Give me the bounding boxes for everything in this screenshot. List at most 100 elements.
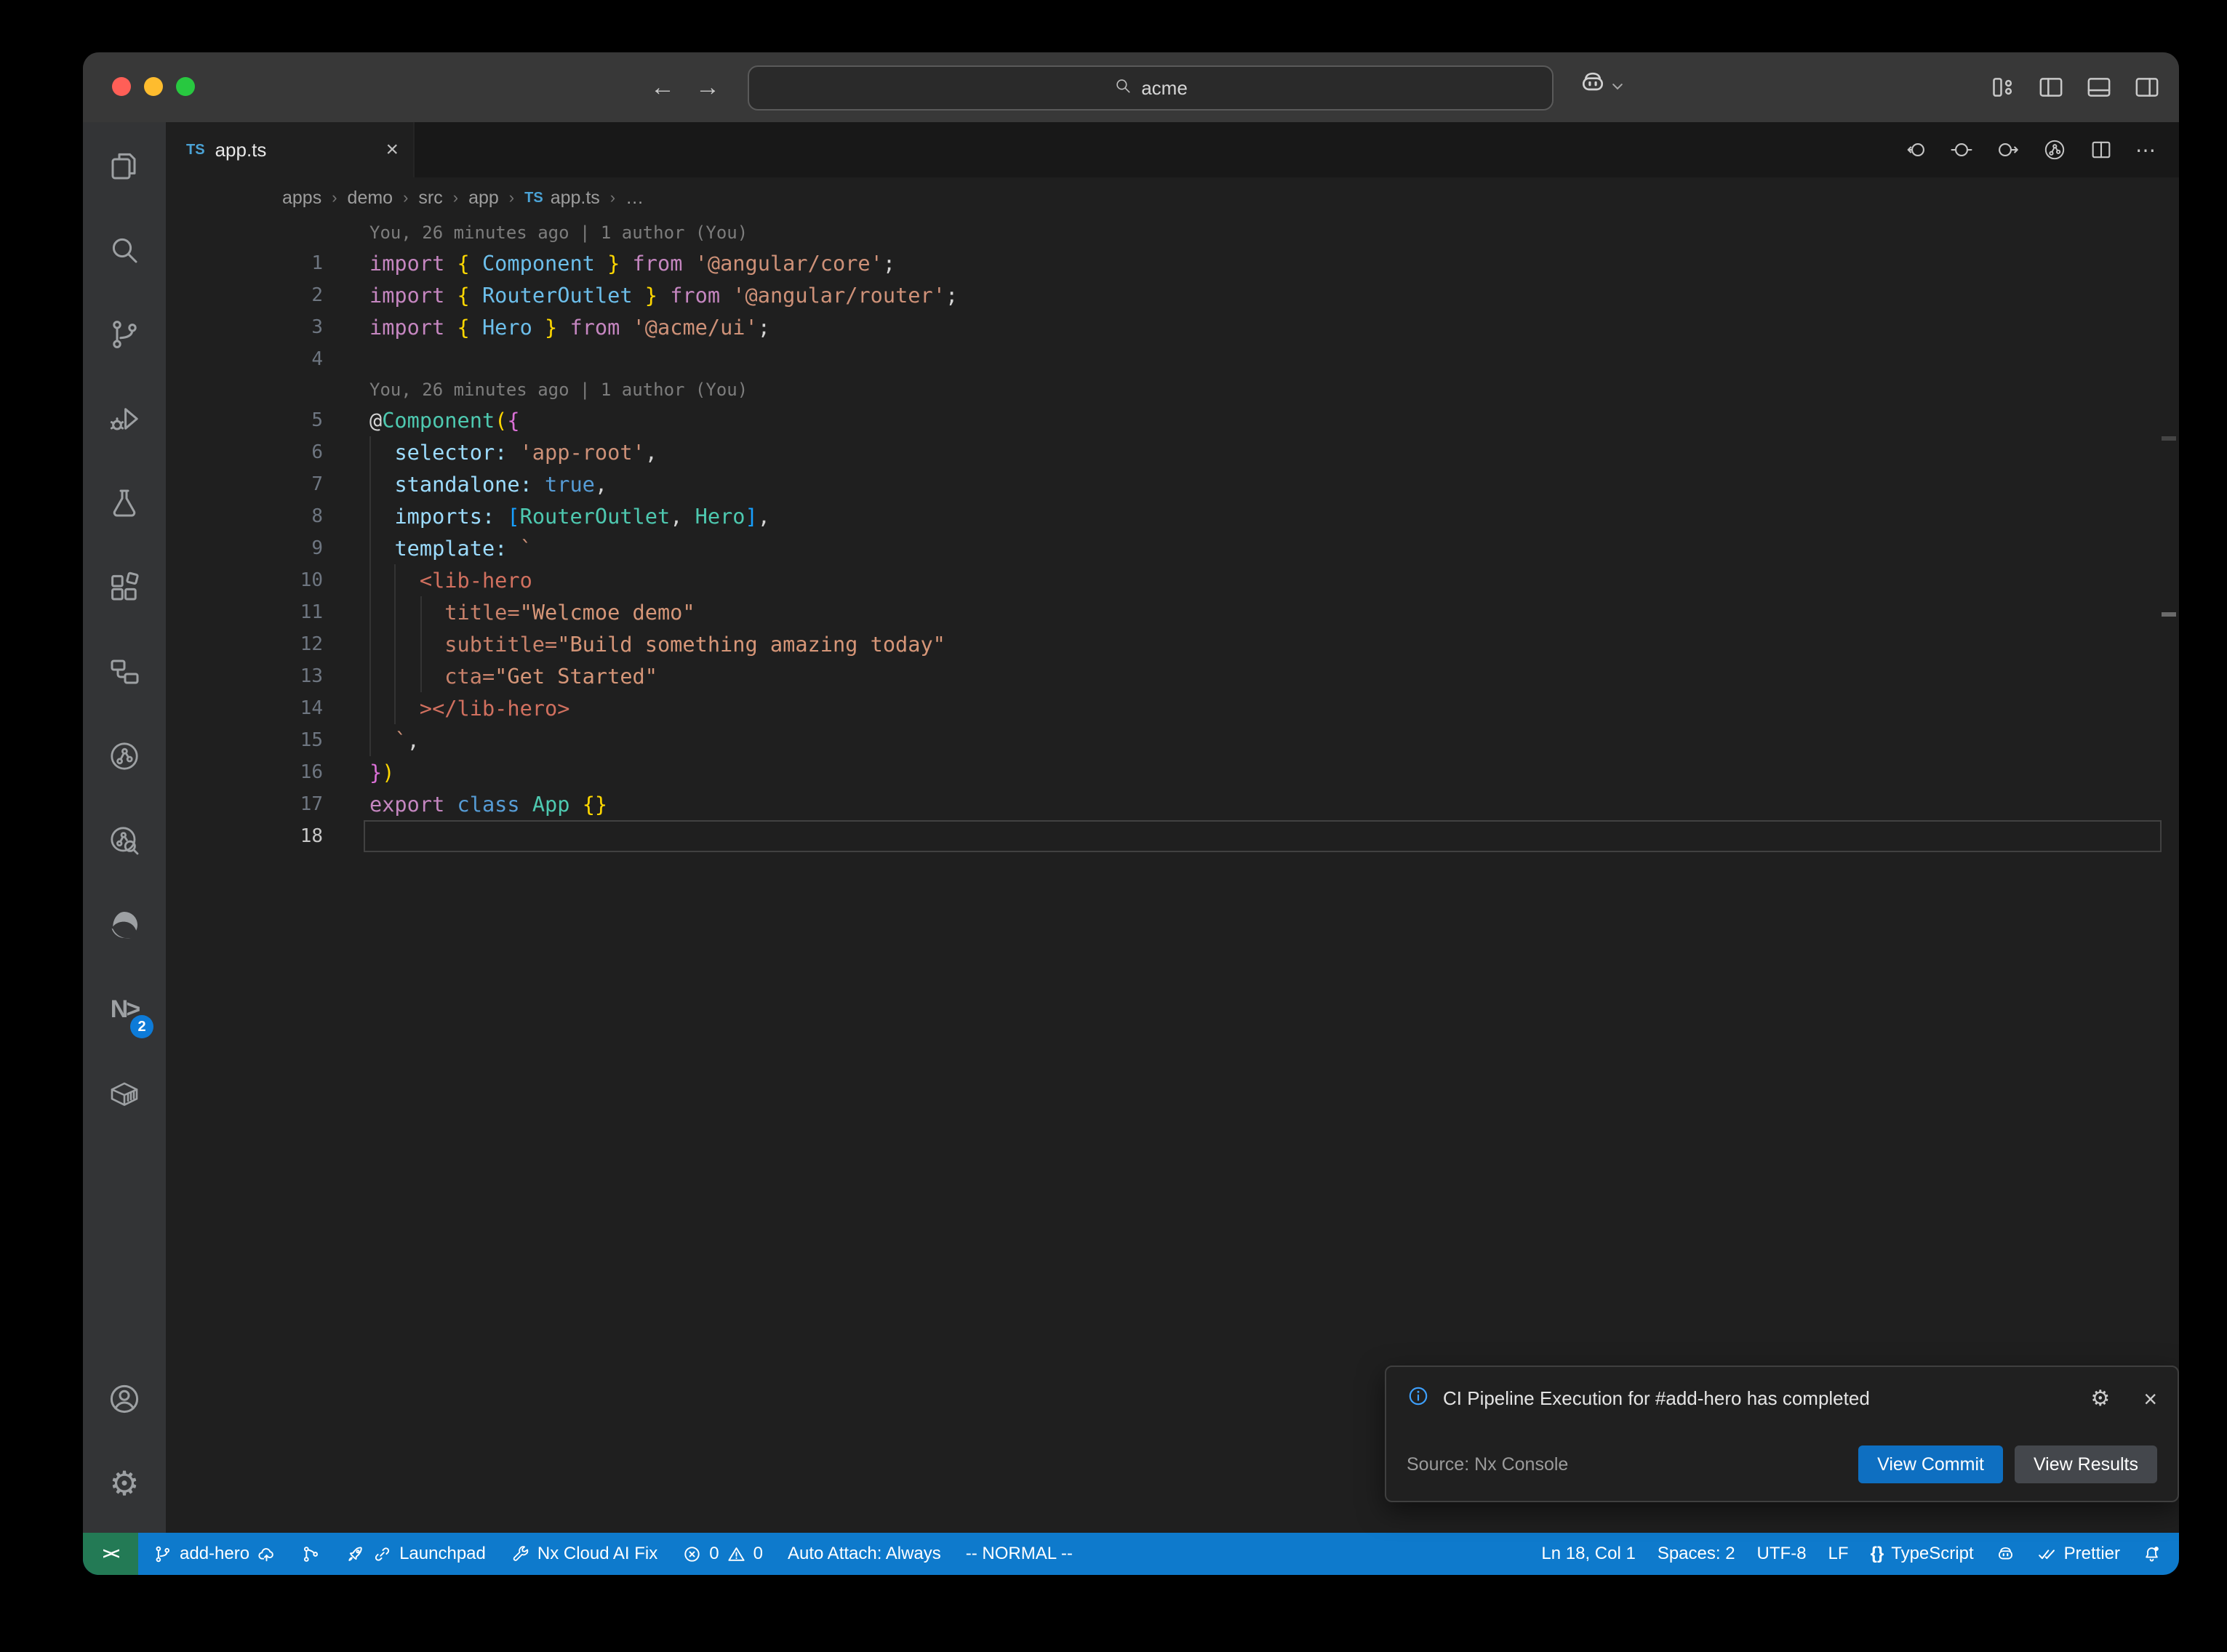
circle-prev-icon xyxy=(1903,137,1927,162)
status-auto-attach[interactable]: Auto Attach: Always xyxy=(788,1544,941,1564)
zoom-window-button[interactable] xyxy=(176,77,195,96)
line-number: 6 xyxy=(166,441,323,463)
next-change-button[interactable] xyxy=(1996,137,2020,162)
breadcrumb-item-demo[interactable]: demo xyxy=(348,188,393,209)
activity-item-containers[interactable] xyxy=(92,1059,156,1128)
code-line-3[interactable]: 3import { Hero } from '@acme/ui'; xyxy=(166,311,2179,343)
copilot-menu[interactable] xyxy=(1578,68,1625,103)
activity-item-search[interactable] xyxy=(92,215,156,285)
close-tab-icon[interactable]: × xyxy=(385,139,399,161)
breadcrumb-separator: › xyxy=(509,188,514,207)
line-number: 8 xyxy=(166,505,323,527)
breadcrumb-item-apps[interactable]: apps xyxy=(282,188,321,209)
status-problems[interactable]: 00 xyxy=(682,1544,763,1564)
status-branch[interactable]: add-hero xyxy=(153,1544,276,1564)
search-input[interactable]: acme xyxy=(748,65,1554,111)
code-line-14[interactable]: 14 ></lib-hero> xyxy=(166,692,2179,724)
status-eol[interactable]: LF xyxy=(1828,1544,1849,1564)
line-number: 3 xyxy=(166,316,323,338)
code-editor[interactable]: You, 26 minutes ago | 1 author (You)1imp… xyxy=(166,218,2179,1533)
code-line-16[interactable]: 16}) xyxy=(166,756,2179,788)
code-line-8[interactable]: 8 imports: [RouterOutlet, Hero], xyxy=(166,500,2179,532)
view-commit-button[interactable]: View Commit xyxy=(1858,1446,2003,1483)
activity-item-explorer[interactable] xyxy=(92,131,156,201)
code-line-2[interactable]: 2import { RouterOutlet } from '@angular/… xyxy=(166,279,2179,311)
container-icon xyxy=(107,1076,142,1111)
breadcrumb-item-app[interactable]: app xyxy=(468,188,499,209)
breadcrumb-separator: › xyxy=(332,188,337,207)
activity-item-source-control[interactable] xyxy=(92,300,156,369)
current-line-highlight xyxy=(364,820,2162,852)
minimize-window-button[interactable] xyxy=(144,77,163,96)
activity-item-run-and-debug[interactable] xyxy=(92,384,156,454)
remote-indicator[interactable]: >< xyxy=(83,1533,138,1575)
activity-item-nx-console[interactable]: N>2 xyxy=(92,974,156,1044)
bell-dot-icon xyxy=(2142,1544,2162,1564)
activity-item-nx-graph-search[interactable] xyxy=(92,806,156,875)
toggle-secondary-sidebar-button[interactable] xyxy=(2132,73,2162,102)
code-line-5[interactable]: 5@Component({ xyxy=(166,404,2179,436)
nx-run-target-button[interactable] xyxy=(2042,137,2067,162)
back-icon[interactable]: ← xyxy=(650,73,675,102)
more-actions-button[interactable]: ⋯ xyxy=(2135,138,2157,162)
status-nx-cloud-ai-fix[interactable]: Nx Cloud AI Fix xyxy=(511,1544,657,1564)
status-cursor-position[interactable]: Ln 18, Col 1 xyxy=(1541,1544,1635,1564)
search-icon xyxy=(107,233,142,268)
breadcrumb-item--[interactable]: … xyxy=(625,188,644,209)
activity-item-accounts[interactable] xyxy=(92,1364,156,1434)
code-line-12[interactable]: 12 subtitle="Build something amazing tod… xyxy=(166,628,2179,660)
activity-item-testing[interactable] xyxy=(92,468,156,538)
code-line-6[interactable]: 6 selector: 'app-root', xyxy=(166,436,2179,468)
activity-item-edge-tools[interactable] xyxy=(92,890,156,960)
customize-layout-button[interactable] xyxy=(1988,73,2018,102)
status-copilot-status[interactable] xyxy=(1996,1544,2015,1564)
code-line-4[interactable]: 4 xyxy=(166,343,2179,375)
activity-item-project-structure[interactable] xyxy=(92,637,156,707)
typescript-file-icon: TS xyxy=(524,190,543,206)
status-language-mode[interactable]: {}TypeScript xyxy=(1871,1544,1974,1564)
line-number: 13 xyxy=(166,665,323,687)
line-number: 16 xyxy=(166,761,323,783)
status-encoding[interactable]: UTF-8 xyxy=(1757,1544,1807,1564)
toggle-panel-button[interactable] xyxy=(2084,73,2114,102)
status-vim-mode[interactable]: -- NORMAL -- xyxy=(966,1544,1073,1564)
activity-item-settings[interactable]: ⚙ xyxy=(92,1448,156,1518)
activity-item-extensions[interactable] xyxy=(92,553,156,622)
status-git-graph[interactable] xyxy=(301,1544,321,1564)
split-editor-button[interactable] xyxy=(2089,137,2114,162)
breadcrumb-item-src[interactable]: src xyxy=(418,188,442,209)
code-line-1[interactable]: 1import { Component } from '@angular/cor… xyxy=(166,247,2179,279)
line-number: 1 xyxy=(166,252,323,274)
status-formatter[interactable]: Prettier xyxy=(2037,1544,2120,1564)
notification-close-icon[interactable]: × xyxy=(2143,1387,2157,1411)
code-line-17[interactable]: 17export class App {} xyxy=(166,788,2179,820)
toggle-primary-sidebar-button[interactable] xyxy=(2036,73,2066,102)
notification-settings-icon[interactable]: ⚙ xyxy=(2090,1386,2110,1411)
beaker-icon xyxy=(107,486,142,521)
notification-toast: CI Pipeline Execution for #add-hero has … xyxy=(1385,1366,2179,1502)
run-circle-icon xyxy=(107,739,142,774)
code-line-13[interactable]: 13 cta="Get Started" xyxy=(166,660,2179,692)
status-notifications-bell[interactable] xyxy=(2142,1544,2162,1564)
status-launchpad[interactable]: Launchpad xyxy=(345,1544,486,1564)
view-results-button[interactable]: View Results xyxy=(2015,1446,2157,1483)
code-line-10[interactable]: 10 <lib-hero xyxy=(166,564,2179,596)
cloud-upload-icon xyxy=(257,1544,276,1564)
close-window-button[interactable] xyxy=(112,77,131,96)
code-line-15[interactable]: 15 `, xyxy=(166,724,2179,756)
title-bar: ← → acme xyxy=(83,52,2179,122)
code-line-7[interactable]: 7 standalone: true, xyxy=(166,468,2179,500)
tab-app-ts[interactable]: TS app.ts × xyxy=(166,122,415,177)
change-indicator-button[interactable] xyxy=(1949,137,1974,162)
code-line-9[interactable]: 9 template: ` xyxy=(166,532,2179,564)
code-line-18[interactable]: 18 xyxy=(166,820,2179,852)
status-indentation[interactable]: Spaces: 2 xyxy=(1658,1544,1735,1564)
code-line-11[interactable]: 11 title="Welcmoe demo" xyxy=(166,596,2179,628)
previous-change-button[interactable] xyxy=(1903,137,1927,162)
git-branch-icon xyxy=(153,1544,172,1564)
forward-icon[interactable]: → xyxy=(695,73,720,102)
line-number: 2 xyxy=(166,284,323,306)
activity-item-nx-run-target[interactable] xyxy=(92,721,156,791)
breadcrumb-item-app-ts[interactable]: TSapp.ts xyxy=(524,188,600,209)
status-bar: >< add-hero Launchpad Nx Cloud AI Fix 00 Aut… xyxy=(83,1533,2179,1575)
